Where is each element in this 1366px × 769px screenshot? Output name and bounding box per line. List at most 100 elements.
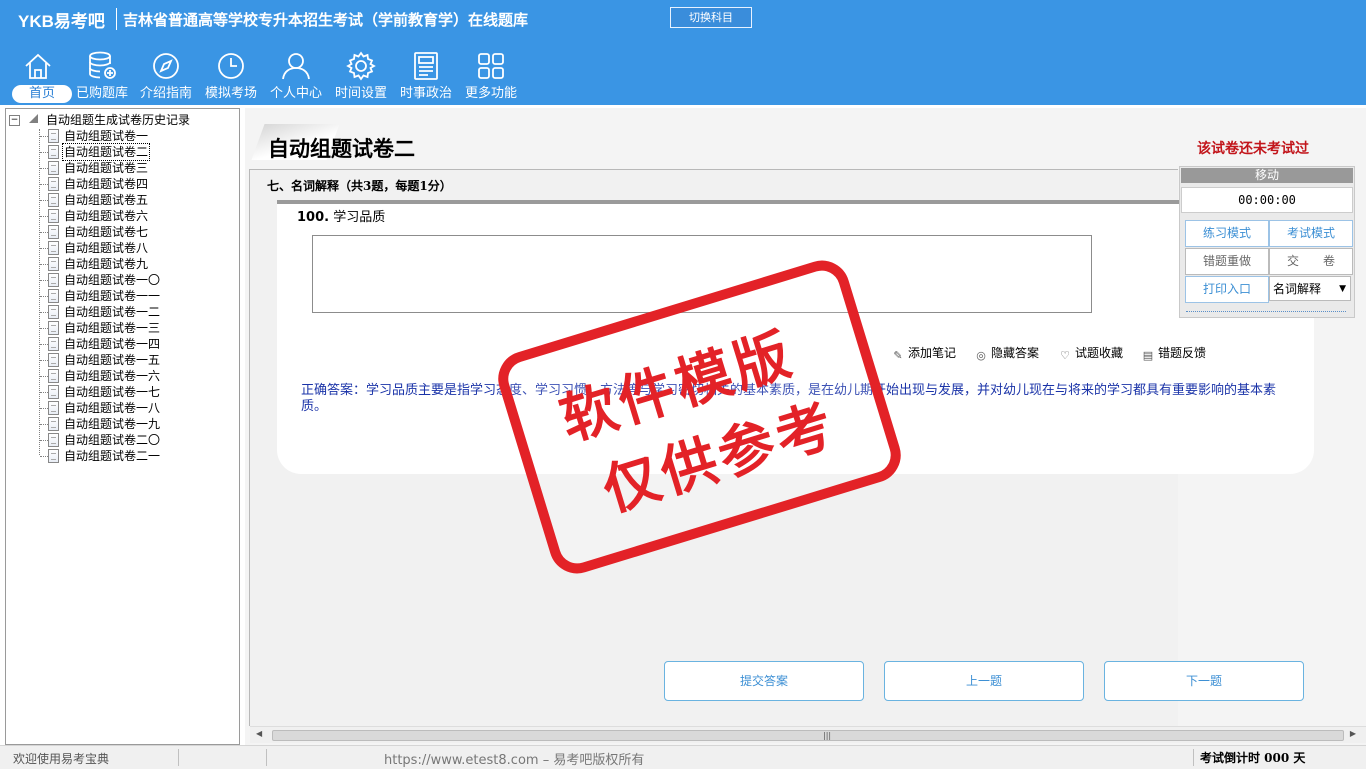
tree-item-label: 自动组题试卷二一 bbox=[64, 449, 161, 463]
tree-item[interactable]: 自动组题试卷一三 bbox=[40, 320, 230, 336]
redo-wrong-button[interactable]: 错题重做 bbox=[1185, 248, 1269, 275]
document-icon bbox=[48, 401, 59, 415]
tree-item-label: 自动组题试卷七 bbox=[64, 225, 149, 239]
nav-more-label: 更多功能 bbox=[464, 86, 517, 101]
tree-item[interactable]: 自动组题试卷五 bbox=[40, 192, 230, 208]
error-feedback-button[interactable]: ▤ 错题反馈 bbox=[1142, 344, 1206, 362]
tree-item-label: 自动组题试卷三 bbox=[64, 161, 149, 175]
nav-current-affairs[interactable]: 时事政治 bbox=[394, 48, 458, 104]
scroll-left-icon[interactable]: ◀ bbox=[256, 729, 262, 738]
section-title: 七、名词解释（共3题，每题1分） bbox=[267, 179, 452, 193]
tree-item[interactable]: 自动组题试卷一六 bbox=[40, 368, 230, 384]
tree-item-label: 自动组题试卷四 bbox=[64, 177, 149, 191]
next-question-button[interactable]: 下一题 bbox=[1104, 661, 1304, 701]
tree-item[interactable]: 自动组题试卷一四 bbox=[40, 336, 230, 352]
tree-item-label: 自动组题试卷九 bbox=[64, 257, 149, 271]
tree-item[interactable]: 自动组题试卷九 bbox=[40, 256, 230, 272]
document-icon bbox=[48, 449, 59, 463]
document-icon bbox=[48, 145, 59, 159]
scroll-right-icon[interactable]: ▶ bbox=[1350, 729, 1356, 738]
scrollbar-thumb[interactable]: ||| bbox=[272, 730, 1344, 741]
question-type-select[interactable]: 名词解释 ▼ bbox=[1269, 276, 1351, 301]
tree-item[interactable]: 自动组题试卷一二 bbox=[40, 304, 230, 320]
tree-connector bbox=[40, 408, 48, 409]
tree-item[interactable]: 自动组题试卷一 bbox=[40, 128, 230, 144]
tree-item[interactable]: 自动组题试卷六 bbox=[40, 208, 230, 224]
app-header: YKB易考吧 吉林省普通高等学校专升本招生考试（学前教育学）在线题库 切换科目 … bbox=[0, 0, 1366, 105]
tree-connector bbox=[40, 200, 48, 201]
collapse-icon[interactable]: − bbox=[9, 115, 20, 126]
nav-time-settings[interactable]: 时间设置 bbox=[329, 48, 393, 104]
tree-item[interactable]: 自动组题试卷七 bbox=[40, 224, 230, 240]
tree-connector bbox=[40, 344, 48, 345]
tree-item[interactable]: 自动组题试卷八 bbox=[40, 240, 230, 256]
nav-mock-exam-label: 模拟考场 bbox=[204, 86, 257, 101]
nav-more[interactable]: 更多功能 bbox=[459, 48, 523, 104]
document-icon bbox=[48, 337, 59, 351]
tree-item-label: 自动组题试卷一七 bbox=[64, 385, 161, 399]
error-feedback-label: 错题反馈 bbox=[1158, 346, 1207, 360]
question-number: 100. bbox=[297, 210, 330, 225]
tree-item[interactable]: 自动组题试卷一五 bbox=[40, 352, 230, 368]
compass-icon bbox=[153, 53, 179, 79]
nav-purchased[interactable]: 已购题库 bbox=[70, 48, 134, 104]
nav-guide-label: 介绍指南 bbox=[139, 86, 192, 101]
tree-item-label: 自动组题试卷二〇 bbox=[64, 433, 161, 447]
add-note-button[interactable]: ✎ 添加笔记 bbox=[892, 344, 956, 362]
document-icon bbox=[48, 273, 59, 287]
nav-guide[interactable]: 介绍指南 bbox=[134, 48, 198, 104]
exam-status-note: 该试卷还未考试过 bbox=[1197, 141, 1309, 157]
document-icon bbox=[48, 289, 59, 303]
heart-icon: ♡ bbox=[1060, 349, 1070, 362]
nav-profile[interactable]: 个人中心 bbox=[264, 48, 328, 104]
question-text: 100. 学习品质 bbox=[297, 206, 385, 225]
eye-off-icon: ◎ bbox=[976, 349, 986, 362]
tree-item[interactable]: 自动组题试卷一一 bbox=[40, 288, 230, 304]
welcome-text: 欢迎使用易考宝典 bbox=[13, 752, 110, 766]
document-icon bbox=[48, 353, 59, 367]
nav-profile-label: 个人中心 bbox=[269, 86, 322, 101]
exam-mode-button[interactable]: 考试模式 bbox=[1269, 220, 1353, 247]
document-icon bbox=[48, 209, 59, 223]
tree-item[interactable]: 自动组题试卷一七 bbox=[40, 384, 230, 400]
switch-subject-button[interactable]: 切换科目 bbox=[670, 7, 752, 28]
tree-item[interactable]: 自动组题试卷三 bbox=[40, 160, 230, 176]
nav-mock-exam[interactable]: 模拟考场 bbox=[199, 48, 263, 104]
tree-item-label: 自动组题试卷一九 bbox=[64, 417, 161, 431]
tree-item-label: 自动组题试卷一三 bbox=[64, 321, 161, 335]
tree-item[interactable]: 自动组题试卷二〇 bbox=[40, 432, 230, 448]
tree-connector bbox=[40, 216, 48, 217]
tree-item-label: 自动组题试卷一四 bbox=[64, 337, 161, 351]
tree-item-label: 自动组题试卷一六 bbox=[64, 369, 161, 383]
tree-item[interactable]: 自动组题试卷一〇 bbox=[40, 272, 230, 288]
tree-item[interactable]: 自动组题试卷一八 bbox=[40, 400, 230, 416]
favorite-question-button[interactable]: ♡ 试题收藏 bbox=[1059, 344, 1123, 362]
tree-item-label: 自动组题试卷一一 bbox=[64, 289, 161, 303]
print-entry-button[interactable]: 打印入口 bbox=[1185, 276, 1269, 303]
chevron-down-icon: ▼ bbox=[1339, 284, 1346, 294]
paper-history-tree[interactable]: − 自动组题生成试卷历史记录 自动组题试卷一 自动组题试卷二 自动组题试卷三 自动组题… bbox=[5, 108, 240, 745]
tree-item[interactable]: 自动组题试卷四 bbox=[40, 176, 230, 192]
folder-arrow-icon bbox=[29, 114, 38, 123]
horizontal-scrollbar[interactable]: ◀ ||| ▶ bbox=[250, 726, 1366, 743]
panel-scroll-indicator bbox=[1186, 311, 1346, 312]
submit-answer-button[interactable]: 提交答案 bbox=[664, 661, 864, 701]
practice-mode-button[interactable]: 练习模式 bbox=[1185, 220, 1269, 247]
prev-question-button[interactable]: 上一题 bbox=[884, 661, 1084, 701]
hand-in-button[interactable]: 交 卷 bbox=[1269, 248, 1353, 275]
tree-connector bbox=[40, 168, 48, 169]
tree-item[interactable]: 自动组题试卷二一 bbox=[40, 448, 230, 464]
move-handle[interactable]: 移动 bbox=[1181, 168, 1353, 183]
nav-home[interactable]: 首页 bbox=[6, 48, 72, 104]
tree-item[interactable]: 自动组题试卷二 bbox=[40, 143, 230, 161]
tree-connector bbox=[40, 184, 48, 185]
timer-display: 00:00:00 bbox=[1181, 187, 1353, 213]
grip-icon: ||| bbox=[823, 731, 832, 740]
tree-connector bbox=[40, 328, 48, 329]
document-icon bbox=[48, 417, 59, 431]
tree-item[interactable]: 自动组题试卷一九 bbox=[40, 416, 230, 432]
document-icon bbox=[48, 193, 59, 207]
hide-answer-button[interactable]: ◎ 隐藏答案 bbox=[975, 344, 1039, 362]
app-title: 吉林省普通高等学校专升本招生考试（学前教育学）在线题库 bbox=[123, 11, 529, 29]
hide-answer-label: 隐藏答案 bbox=[991, 346, 1040, 360]
